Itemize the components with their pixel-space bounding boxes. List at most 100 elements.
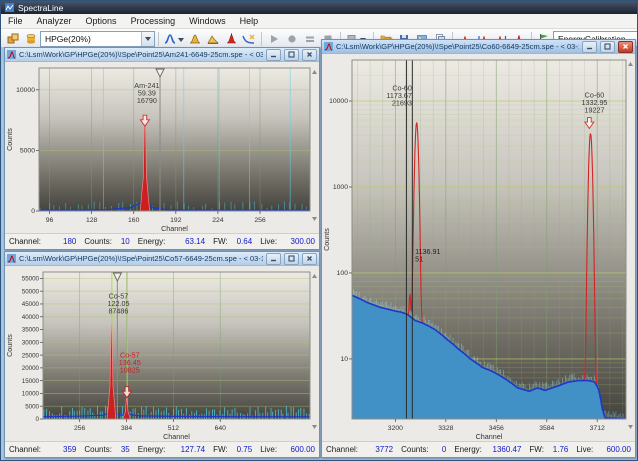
- close-button[interactable]: [302, 253, 317, 265]
- minimize-button[interactable]: [266, 49, 281, 61]
- channel-label: Channel:: [9, 445, 41, 454]
- svg-text:100: 100: [337, 270, 349, 277]
- svg-text:3584: 3584: [539, 425, 554, 432]
- co60-statusbar: Channel:3772 Counts:0 Energy:1360.47 FW:…: [322, 441, 635, 457]
- svg-text:Co-57136.4510825: Co-57136.4510825: [119, 350, 141, 374]
- co60-spectrum-chart[interactable]: Co-601173.6721693Co-601332.95192271136.9…: [322, 54, 635, 441]
- peak-search-icon[interactable]: [162, 31, 186, 47]
- efficiency-curve-icon[interactable]: [240, 31, 258, 47]
- svg-text:Am-24159.3916790: Am-24159.3916790: [134, 81, 159, 105]
- svg-text:Counts: Counts: [322, 228, 331, 251]
- svg-text:640: 640: [215, 425, 227, 432]
- svg-text:3200: 3200: [388, 425, 403, 432]
- combobox-caret-icon[interactable]: [141, 32, 154, 46]
- svg-text:20000: 20000: [22, 365, 40, 372]
- close-button[interactable]: [302, 49, 317, 61]
- svg-text:Channel: Channel: [161, 224, 188, 233]
- counts-value: 35: [121, 445, 130, 454]
- counts-label: Counts:: [401, 445, 429, 454]
- live-label: Live:: [576, 445, 593, 454]
- detector-combobox-value: HPGe(20%): [45, 34, 91, 44]
- menu-analyzer[interactable]: Analyzer: [30, 16, 79, 26]
- menu-processing[interactable]: Processing: [124, 16, 183, 26]
- counts-value: 10: [121, 237, 130, 246]
- channel-value: 359: [63, 445, 76, 454]
- spectrum-window-icon: [7, 254, 16, 263]
- svg-text:3456: 3456: [489, 425, 504, 432]
- spectrum-window-co57: C:\Lsm\Work\GP\HPGe(20%)\!Spe\Point25\Co…: [4, 251, 320, 458]
- energy-label: Energy:: [454, 445, 482, 454]
- svg-text:1000: 1000: [333, 184, 348, 191]
- maximize-button[interactable]: [284, 253, 299, 265]
- am241-window-title: C:\Lsm\Work\GP\HPGe(20%)\!Spe\Point25\Am…: [19, 50, 263, 59]
- spectrum-window-icon: [324, 42, 333, 51]
- svg-text:10000: 10000: [22, 391, 40, 398]
- energy-value: 1360.47: [493, 445, 522, 454]
- minimize-button[interactable]: [266, 253, 281, 265]
- am241-statusbar: Channel:180 Counts:10 Energy:63.14 FW:0.…: [5, 233, 319, 249]
- live-value: 300.00: [291, 237, 315, 246]
- svg-text:50000: 50000: [22, 288, 40, 295]
- nuclide-marker-icon[interactable]: [222, 31, 240, 47]
- play-icon[interactable]: [265, 31, 283, 47]
- svg-text:256: 256: [74, 425, 86, 432]
- co57-statusbar: Channel:359 Counts:35 Energy:127.74 FW:0…: [5, 441, 319, 457]
- svg-text:5000: 5000: [20, 148, 35, 155]
- svg-text:3328: 3328: [438, 425, 453, 432]
- energy-value: 63.14: [185, 237, 205, 246]
- svg-text:0: 0: [31, 208, 35, 215]
- fw-label: FW:: [529, 445, 544, 454]
- svg-text:Counts: Counts: [5, 334, 14, 357]
- menu-windows[interactable]: Windows: [182, 16, 233, 26]
- svg-text:45000: 45000: [22, 301, 40, 308]
- record-icon[interactable]: [283, 31, 301, 47]
- svg-text:10000: 10000: [16, 87, 35, 94]
- svg-text:Channel: Channel: [476, 432, 503, 441]
- svg-text:224: 224: [212, 217, 224, 224]
- cascade-windows-icon[interactable]: [4, 31, 22, 47]
- maximize-button[interactable]: [284, 49, 299, 61]
- energy-label: Energy:: [138, 445, 166, 454]
- fw-label: FW:: [213, 445, 228, 454]
- toolbar-separator: [158, 32, 159, 46]
- am241-spectrum-chart[interactable]: Am-24159.3916790961281601922242560500010…: [5, 62, 319, 233]
- svg-text:Counts: Counts: [5, 128, 14, 151]
- svg-text:160: 160: [128, 217, 140, 224]
- main-titlebar[interactable]: SpectraLine: [1, 1, 637, 14]
- menu-help[interactable]: Help: [233, 16, 266, 26]
- pause-icon[interactable]: [301, 31, 319, 47]
- svg-text:384: 384: [121, 425, 133, 432]
- svg-text:0: 0: [36, 416, 40, 423]
- co60-titlebar[interactable]: C:\Lsm\Work\GP\HPGe(20%)\!Spe\Point25\Co…: [322, 40, 635, 54]
- svg-text:192: 192: [170, 217, 182, 224]
- app-icon: [5, 3, 14, 12]
- menubar: File Analyzer Options Processing Windows…: [1, 14, 637, 29]
- detector-combobox[interactable]: HPGe(20%): [40, 31, 155, 47]
- fw-label: FW:: [213, 237, 228, 246]
- svg-text:35000: 35000: [22, 327, 40, 334]
- am241-titlebar[interactable]: C:\Lsm\Work\GP\HPGe(20%)\!Spe\Point25\Am…: [5, 48, 319, 62]
- peak-fit-icon[interactable]: [186, 31, 204, 47]
- svg-text:15000: 15000: [22, 378, 40, 385]
- svg-text:128: 128: [86, 217, 98, 224]
- svg-text:55000: 55000: [22, 276, 40, 283]
- svg-text:512: 512: [168, 425, 180, 432]
- menu-file[interactable]: File: [1, 16, 30, 26]
- mdi-area: C:\Lsm\Work\GP\HPGe(20%)\!Spe\Point25\Am…: [1, 47, 637, 460]
- peak-area-icon[interactable]: [204, 31, 222, 47]
- minimize-button[interactable]: [582, 41, 597, 53]
- svg-text:25000: 25000: [22, 352, 40, 359]
- menu-options[interactable]: Options: [79, 16, 124, 26]
- maximize-button[interactable]: [600, 41, 615, 53]
- co60-window-title: C:\Lsm\Work\GP\HPGe(20%)\!Spe\Point25\Co…: [336, 42, 579, 51]
- close-button[interactable]: [618, 41, 633, 53]
- co57-titlebar[interactable]: C:\Lsm\Work\GP\HPGe(20%)\!Spe\Point25\Co…: [5, 252, 319, 266]
- co57-spectrum-chart[interactable]: Co-57122.0587486Co-57136.451082525638451…: [5, 266, 319, 441]
- channel-value: 180: [63, 237, 76, 246]
- svg-text:40000: 40000: [22, 314, 40, 321]
- database-icon[interactable]: [22, 31, 40, 47]
- co57-window-title: C:\Lsm\Work\GP\HPGe(20%)\!Spe\Point25\Co…: [19, 254, 263, 263]
- toolbar-separator: [261, 32, 262, 46]
- svg-text:96: 96: [46, 217, 54, 224]
- svg-text:10: 10: [340, 356, 348, 363]
